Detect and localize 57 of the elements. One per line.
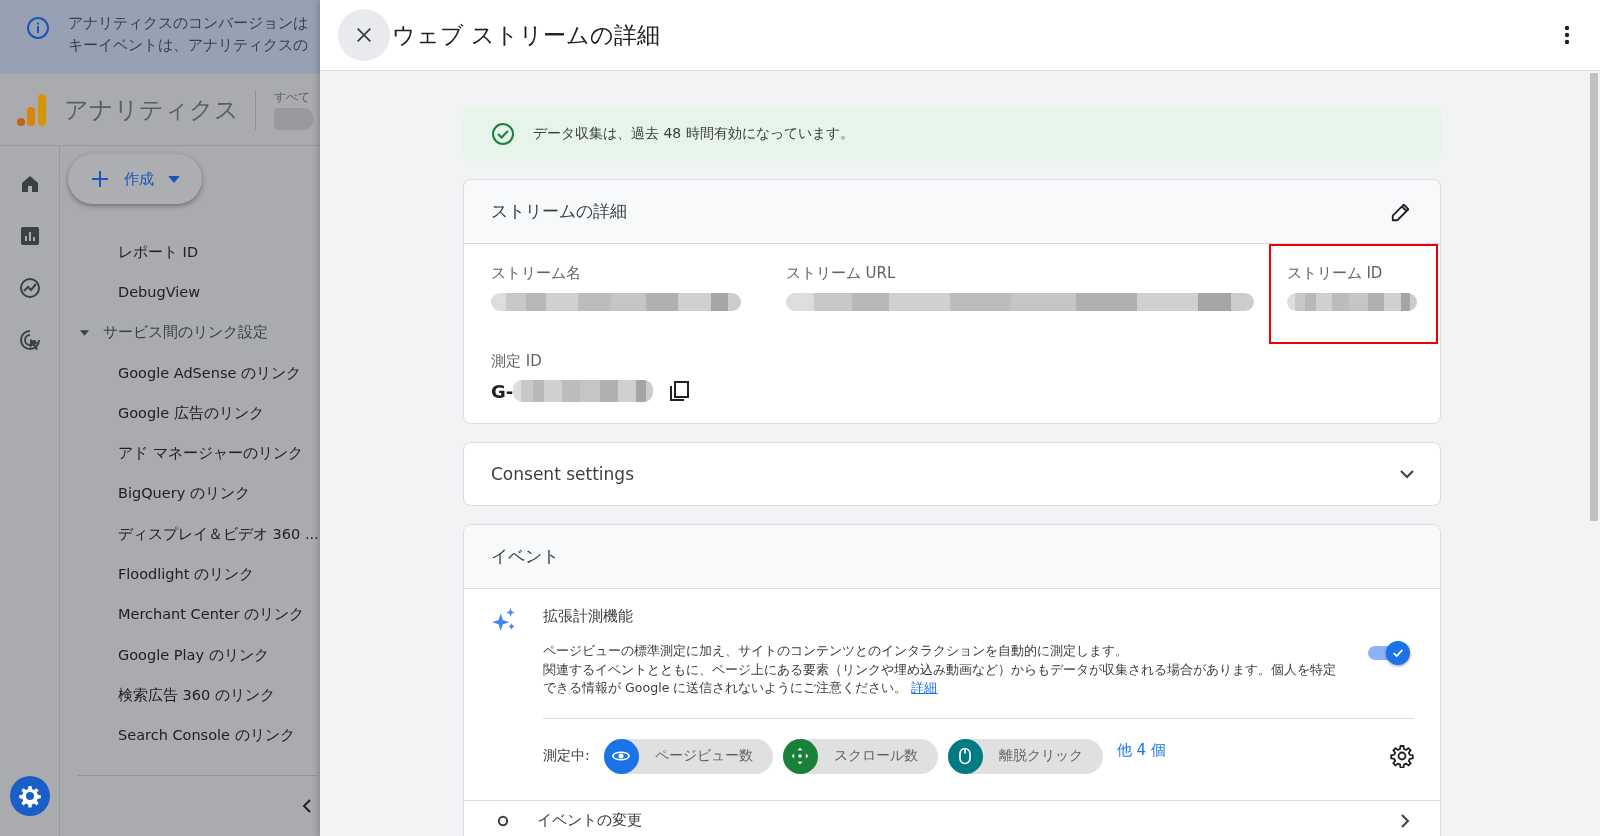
event-chip[interactable]: ページビュー数 bbox=[603, 738, 773, 774]
info-icon bbox=[26, 16, 50, 40]
card-title: イベント bbox=[491, 545, 559, 568]
more-events-link[interactable]: 他 4 個 bbox=[1116, 740, 1166, 760]
close-button[interactable] bbox=[338, 9, 390, 61]
nav-item[interactable]: 検索広告 360 のリンク bbox=[68, 674, 320, 716]
more-menu-icon[interactable] bbox=[1564, 25, 1570, 45]
check-circle-icon bbox=[491, 122, 515, 146]
field-label: ストリーム URL bbox=[785, 264, 897, 283]
field-label: ストリーム ID bbox=[1286, 264, 1384, 283]
nav-item[interactable]: Google Play のリンク bbox=[68, 634, 320, 675]
nav-item[interactable]: Google 広告のリンク bbox=[68, 392, 320, 434]
notice-text: キーイベントは、アナリティクスの bbox=[68, 36, 308, 55]
card-title: ストリームの詳細 bbox=[491, 200, 627, 223]
field-label: 測定 ID bbox=[491, 352, 543, 371]
nav-item[interactable]: Search Console のリンク bbox=[68, 715, 320, 756]
trend-icon[interactable] bbox=[17, 276, 42, 300]
measuring-label: 測定中: bbox=[543, 747, 590, 765]
settings-button[interactable] bbox=[9, 776, 50, 816]
move-arrows-icon bbox=[790, 746, 811, 766]
analytics-logo-icon bbox=[16, 92, 46, 127]
copy-icon[interactable] bbox=[667, 379, 692, 403]
details-link[interactable]: 詳細 bbox=[911, 680, 938, 695]
nav-item[interactable]: Google AdSense のリンク bbox=[68, 352, 320, 393]
notice-text: アナリティクスのコンバージョンは bbox=[68, 14, 308, 33]
field-label: ストリーム名 bbox=[491, 264, 582, 283]
nav-item[interactable]: BigQuery のリンク bbox=[68, 473, 320, 514]
nav-item[interactable]: レポート ID bbox=[68, 232, 320, 273]
close-icon bbox=[355, 26, 373, 44]
panel-title: ウェブ ストリームの詳細 bbox=[392, 20, 661, 50]
event-chip[interactable]: 離脱クリック bbox=[947, 738, 1103, 774]
measurement-id: G- bbox=[491, 380, 514, 402]
settings-icon[interactable] bbox=[1390, 744, 1414, 768]
account-label: すべて bbox=[274, 89, 311, 106]
card-title: Consent settings bbox=[491, 464, 634, 484]
gear-icon bbox=[17, 784, 42, 808]
nav-item[interactable]: DebugView bbox=[68, 272, 320, 313]
consent-settings-row[interactable]: Consent settings bbox=[463, 442, 1441, 506]
nav-item[interactable]: Floodlight のリンク bbox=[68, 554, 320, 595]
target-cursor-icon[interactable] bbox=[17, 328, 42, 352]
status-text: データ収集は、過去 48 時間有効になっています。 bbox=[533, 125, 854, 143]
section-title: 拡張計測機能 bbox=[543, 607, 634, 626]
sparkle-icon bbox=[491, 607, 517, 633]
dropdown-icon bbox=[168, 175, 180, 183]
nav-item[interactable]: アド マネージャーのリンク bbox=[68, 433, 320, 474]
app-title: アナリティクス bbox=[64, 94, 239, 126]
chevron-right-icon bbox=[1400, 812, 1410, 829]
description-text: ページビューの標準測定に加え、サイトのコンテンツとのインタラクションを自動的に測定します。 関連するイベントとともに、ページ上にある要素（リンクや埋め込み動画など）からもデータが収集される場合があります。個人を特定できる情報が Google に送信されないようにご注意ください。 詳細 bbox=[543, 642, 1337, 697]
nav-item[interactable]: Merchant Center のリンク bbox=[68, 594, 320, 635]
nav-item[interactable]: ディスプレイ＆ビデオ 360 ... bbox=[68, 513, 320, 555]
modify-events-row[interactable]: イベントの変更 bbox=[464, 799, 1440, 836]
toggle-switch[interactable] bbox=[1368, 640, 1410, 666]
event-chip[interactable]: スクロール数 bbox=[782, 738, 938, 774]
nav-section[interactable]: サービス間のリンク設定 bbox=[68, 312, 320, 353]
collapse-icon[interactable] bbox=[302, 798, 312, 814]
plus-icon bbox=[90, 169, 110, 189]
scrollbar-thumb[interactable] bbox=[1590, 73, 1598, 521]
